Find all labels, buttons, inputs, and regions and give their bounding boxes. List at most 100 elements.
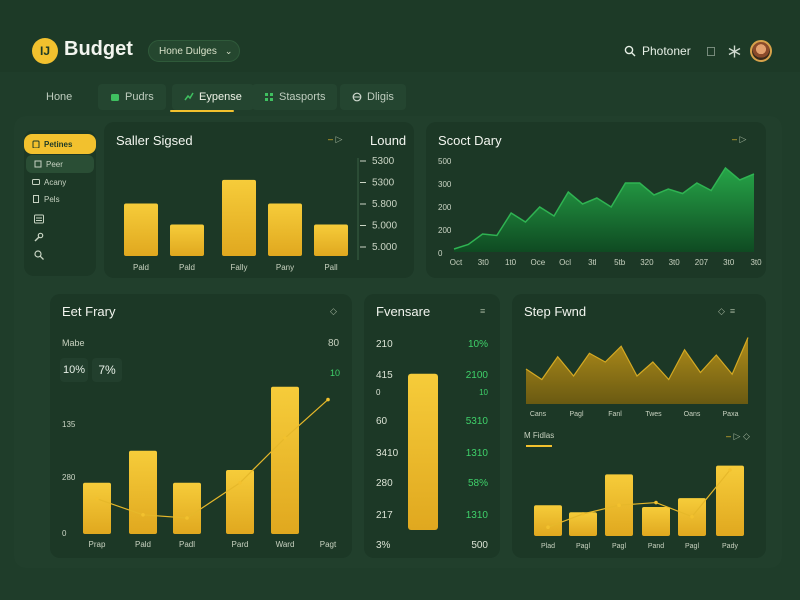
apple-icon[interactable]:  [706, 44, 716, 59]
x-tick-label: Pald [135, 540, 151, 549]
x-tick-label: Oans [684, 411, 701, 418]
fidlas-trend-point [617, 503, 621, 507]
sidebar-item-petines[interactable]: Petines [24, 134, 96, 154]
x-tick-label: Prap [89, 540, 106, 549]
best-bar [271, 386, 299, 534]
stock-card: Scoct Dary – ▷ 500 300 200 200 0 Oct 3t0 1t0 Oce… [426, 122, 766, 278]
x-tick-label: Oce [530, 258, 545, 267]
search-button[interactable]: Photoner [624, 44, 691, 58]
salary-card: Saller Sigsed – ▷ Lound Pald Pald Fally Pan… [104, 122, 414, 278]
best-trend-point [95, 497, 99, 501]
best-bar-chart: 135 280 0 Prap Pald Padl Pard Ward Pagt [62, 386, 337, 549]
best-trend-point [326, 397, 330, 402]
x-tick-label: 3t0 [750, 258, 762, 267]
tab-label: Eypense [199, 91, 242, 103]
fidlas-bar [716, 465, 744, 536]
fidlas-trend-point [546, 525, 550, 529]
x-tick-label: 1t0 [505, 258, 517, 267]
sidebar-item-label: Acany [44, 177, 67, 187]
list-icon[interactable] [34, 214, 44, 224]
left-value-label: 217 [376, 510, 393, 521]
left-value-label: 210 [376, 339, 393, 350]
sidebar-item-label: Peer [46, 159, 63, 169]
fidlas-trend-point [654, 500, 658, 505]
wallet-icon [111, 94, 119, 101]
right-value-label: 2100 [466, 370, 489, 381]
top-bar [0, 0, 800, 72]
x-tick-label: Pagl [612, 543, 626, 550]
right-value-label: 10 [479, 388, 488, 397]
y-tick-label: 5.000 [372, 242, 397, 253]
x-tick-label: Pady [722, 543, 738, 550]
workspace-select-label: Hone Dulges [159, 45, 217, 57]
x-tick-label: Paxa [723, 411, 739, 418]
expense-bar [408, 373, 438, 530]
y-tick-label: 5300 [372, 178, 395, 189]
tab-dligis[interactable]: Dligis [340, 84, 406, 110]
tab-stasports[interactable]: Stasports [252, 84, 338, 110]
salary-bar [124, 203, 158, 256]
stock-area-chart: 500 300 200 200 0 Oct 3t0 1t0 Oce Ocl 3tl 5tb 320 3t0… [438, 157, 762, 267]
y-tick-label: 5.800 [372, 199, 397, 210]
left-value-label: 280 [376, 478, 393, 489]
x-tick-label: Pall [324, 263, 338, 272]
left-value-label: 60 [376, 416, 388, 427]
fidlas-bar [569, 512, 597, 536]
best-trend-point [283, 436, 287, 440]
step-card: Step Fwnd ◇ ≡ M Fidlas – ▷ ◇ Cans Pagl Fan… [512, 294, 766, 558]
best-card: Eet Frary ◇ Mabe 80 10% 7% 10 135 280 0 Pra… [50, 294, 352, 558]
search-icon [624, 45, 636, 57]
tab-eypense[interactable]: Eypense [172, 84, 254, 110]
chevron-down-icon: ⌄ [224, 45, 233, 56]
fidlas-trend-point [728, 468, 732, 472]
y-tick-label: 200 [438, 226, 452, 235]
left-value-label: 0 [376, 388, 381, 397]
x-tick-label: Fanl [608, 411, 622, 418]
y-tick-label: 0 [62, 529, 67, 538]
step-area [526, 337, 748, 404]
clipboard-icon [32, 140, 40, 148]
card-icon [32, 179, 40, 185]
search-label: Photoner [642, 44, 691, 58]
sidebar-item-peer[interactable]: Peer [26, 155, 94, 173]
step-charts: Cans Pagl Fanl Twes Oans Paxa Plad Pagl Pagl Pand… [525, 337, 749, 550]
right-value-label: 5310 [466, 416, 489, 427]
stock-area [454, 168, 754, 252]
x-tick-label: 3tl [588, 258, 597, 267]
doc-icon [33, 195, 39, 203]
right-value-label: 1310 [466, 448, 489, 459]
x-tick-label: Ocl [559, 258, 571, 267]
avatar[interactable] [750, 40, 772, 62]
right-value-label: 1310 [466, 510, 489, 521]
x-tick-label: 207 [695, 258, 709, 267]
x-tick-label: 3t0 [478, 258, 490, 267]
workspace-select[interactable]: Hone Dulges ⌄ [148, 40, 240, 62]
box-icon [34, 160, 42, 168]
salary-bar [314, 224, 348, 256]
salary-bar [170, 224, 204, 256]
tab-home[interactable]: Hone [34, 84, 84, 110]
x-tick-label: 3t0 [723, 258, 735, 267]
expense-bar-chart: 210 415 0 60 3410 280 217 3% 10% 2100 10 5310 1310 58… [376, 339, 489, 551]
x-tick-label: Cans [530, 411, 547, 418]
fidlas-trend-point [690, 514, 694, 519]
x-tick-label: Pagl [685, 543, 699, 550]
tab-label: Dligis [367, 91, 394, 103]
expense-card: Fvensare ≡ 210 415 0 60 3410 280 217 3% 10% 2100 1… [364, 294, 500, 558]
y-tick-label: 500 [438, 157, 452, 166]
x-tick-label: Ward [276, 540, 295, 549]
sidebar-item-pels[interactable]: Pels [24, 190, 96, 208]
left-value-label: 3410 [376, 448, 399, 459]
x-tick-label: Pand [648, 543, 664, 550]
best-bar [173, 482, 201, 534]
x-tick-label: Pagt [320, 540, 337, 549]
x-tick-label: 320 [640, 258, 654, 267]
right-value-label: 10% [468, 339, 488, 350]
fidlas-bar [642, 506, 670, 536]
asterisk-icon[interactable] [728, 45, 741, 58]
x-tick-label: Fally [231, 263, 248, 272]
sidebar-item-acany[interactable]: Acany [24, 173, 96, 191]
tab-pudrs[interactable]: Pudrs [98, 84, 166, 110]
wrench-icon[interactable] [34, 232, 44, 242]
search-icon[interactable] [34, 250, 44, 260]
